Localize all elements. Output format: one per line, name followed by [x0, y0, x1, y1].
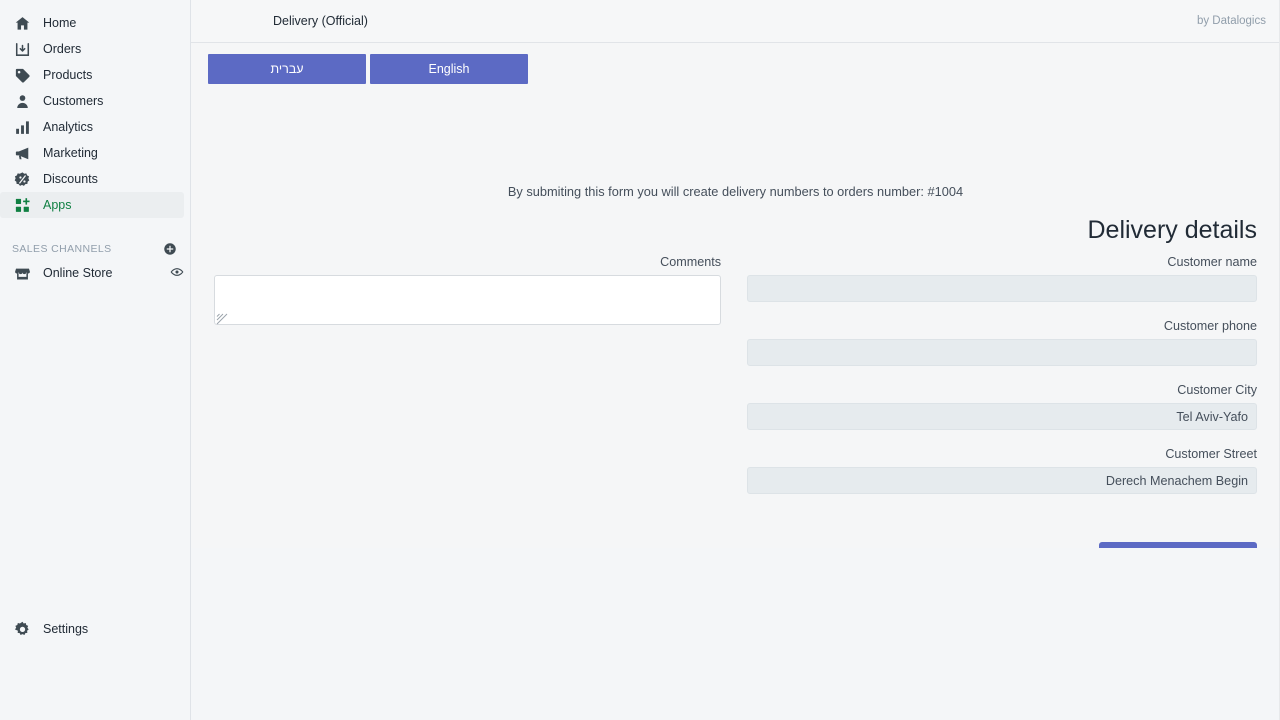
plus-circle-icon[interactable]: [162, 241, 178, 257]
page-title: Delivery (Official): [273, 14, 368, 28]
discounts-icon: [12, 169, 32, 189]
sidebar-item-label: Apps: [43, 199, 72, 212]
sidebar-item-label: Customers: [43, 95, 103, 108]
sidebar-item-apps[interactable]: Apps: [0, 192, 184, 218]
sidebar-divider-gap: [0, 218, 190, 234]
delivery-details-heading: Delivery details: [1087, 215, 1257, 245]
sidebar-item-home[interactable]: Home: [0, 10, 184, 36]
field-label: Customer name: [747, 253, 1257, 275]
store-icon: [12, 263, 32, 283]
sidebar-item-label: Analytics: [43, 121, 93, 134]
sidebar: Home Orders Products: [0, 0, 191, 720]
page-background-bottom: [191, 548, 1280, 720]
home-icon: [12, 13, 32, 33]
comments-area: [214, 275, 721, 325]
language-button-english[interactable]: English: [370, 54, 528, 84]
apps-icon: [12, 195, 32, 215]
embedded-app-frame: עברית English By submiting this form you…: [191, 43, 1280, 720]
main-region: Delivery (Official) by Datalogics עברית …: [191, 0, 1280, 720]
comments-block: Comments: [214, 253, 721, 325]
customer-name-input[interactable]: [747, 275, 1257, 302]
sidebar-item-discounts[interactable]: Discounts: [0, 166, 184, 192]
sidebar-item-online-store[interactable]: Online Store: [0, 260, 184, 286]
sidebar-item-settings[interactable]: Settings: [0, 616, 184, 642]
field-customer-name: Customer name: [747, 253, 1257, 302]
sidebar-nav-list: Home Orders Products: [0, 10, 190, 218]
field-customer-phone: Customer phone: [747, 317, 1257, 366]
customer-city-input[interactable]: [747, 403, 1257, 430]
sidebar-item-analytics[interactable]: Analytics: [0, 114, 184, 140]
field-label: Customer Street: [747, 445, 1257, 467]
sidebar-item-orders[interactable]: Orders: [0, 36, 184, 62]
sales-channels-title: SALES CHANNELS: [12, 243, 162, 255]
settings-section: Settings: [0, 616, 190, 720]
sales-channels-header: SALES CHANNELS: [0, 238, 190, 260]
comments-textarea[interactable]: [214, 275, 721, 325]
analytics-icon: [12, 117, 32, 137]
sidebar-item-label: Discounts: [43, 173, 98, 186]
field-customer-street: Customer Street: [747, 445, 1257, 494]
sidebar-item-label: Online Store: [43, 267, 112, 280]
marketing-icon: [12, 143, 32, 163]
sidebar-item-marketing[interactable]: Marketing: [0, 140, 184, 166]
products-icon: [12, 65, 32, 85]
customers-icon: [12, 91, 32, 111]
sidebar-item-label: Settings: [43, 623, 88, 636]
app-attribution: by Datalogics: [1197, 15, 1266, 27]
customer-street-input[interactable]: [747, 467, 1257, 494]
sidebar-item-label: Products: [43, 69, 92, 82]
language-switcher: עברית English: [208, 54, 528, 84]
comments-label: Comments: [214, 253, 721, 275]
customer-phone-input[interactable]: [747, 339, 1257, 366]
language-button-hebrew[interactable]: עברית: [208, 54, 366, 84]
form-notice: By submiting this form you will create d…: [191, 184, 1280, 199]
sidebar-spacer: [0, 286, 190, 616]
sidebar-item-label: Home: [43, 17, 76, 30]
app-topbar: Delivery (Official) by Datalogics: [191, 0, 1280, 43]
field-customer-city: Customer City: [747, 381, 1257, 430]
sidebar-item-products[interactable]: Products: [0, 62, 184, 88]
sidebar-item-customers[interactable]: Customers: [0, 88, 184, 114]
delivery-details-form: Customer name Customer phone Customer Ci…: [747, 253, 1257, 509]
eye-icon[interactable]: [170, 265, 184, 282]
field-label: Customer phone: [747, 317, 1257, 339]
shopify-admin-window: Home Orders Products: [0, 0, 1280, 720]
orders-icon: [12, 39, 32, 59]
sidebar-item-label: Marketing: [43, 147, 98, 160]
sidebar-item-label: Orders: [43, 43, 81, 56]
field-label: Customer City: [747, 381, 1257, 403]
gear-icon: [12, 619, 32, 639]
